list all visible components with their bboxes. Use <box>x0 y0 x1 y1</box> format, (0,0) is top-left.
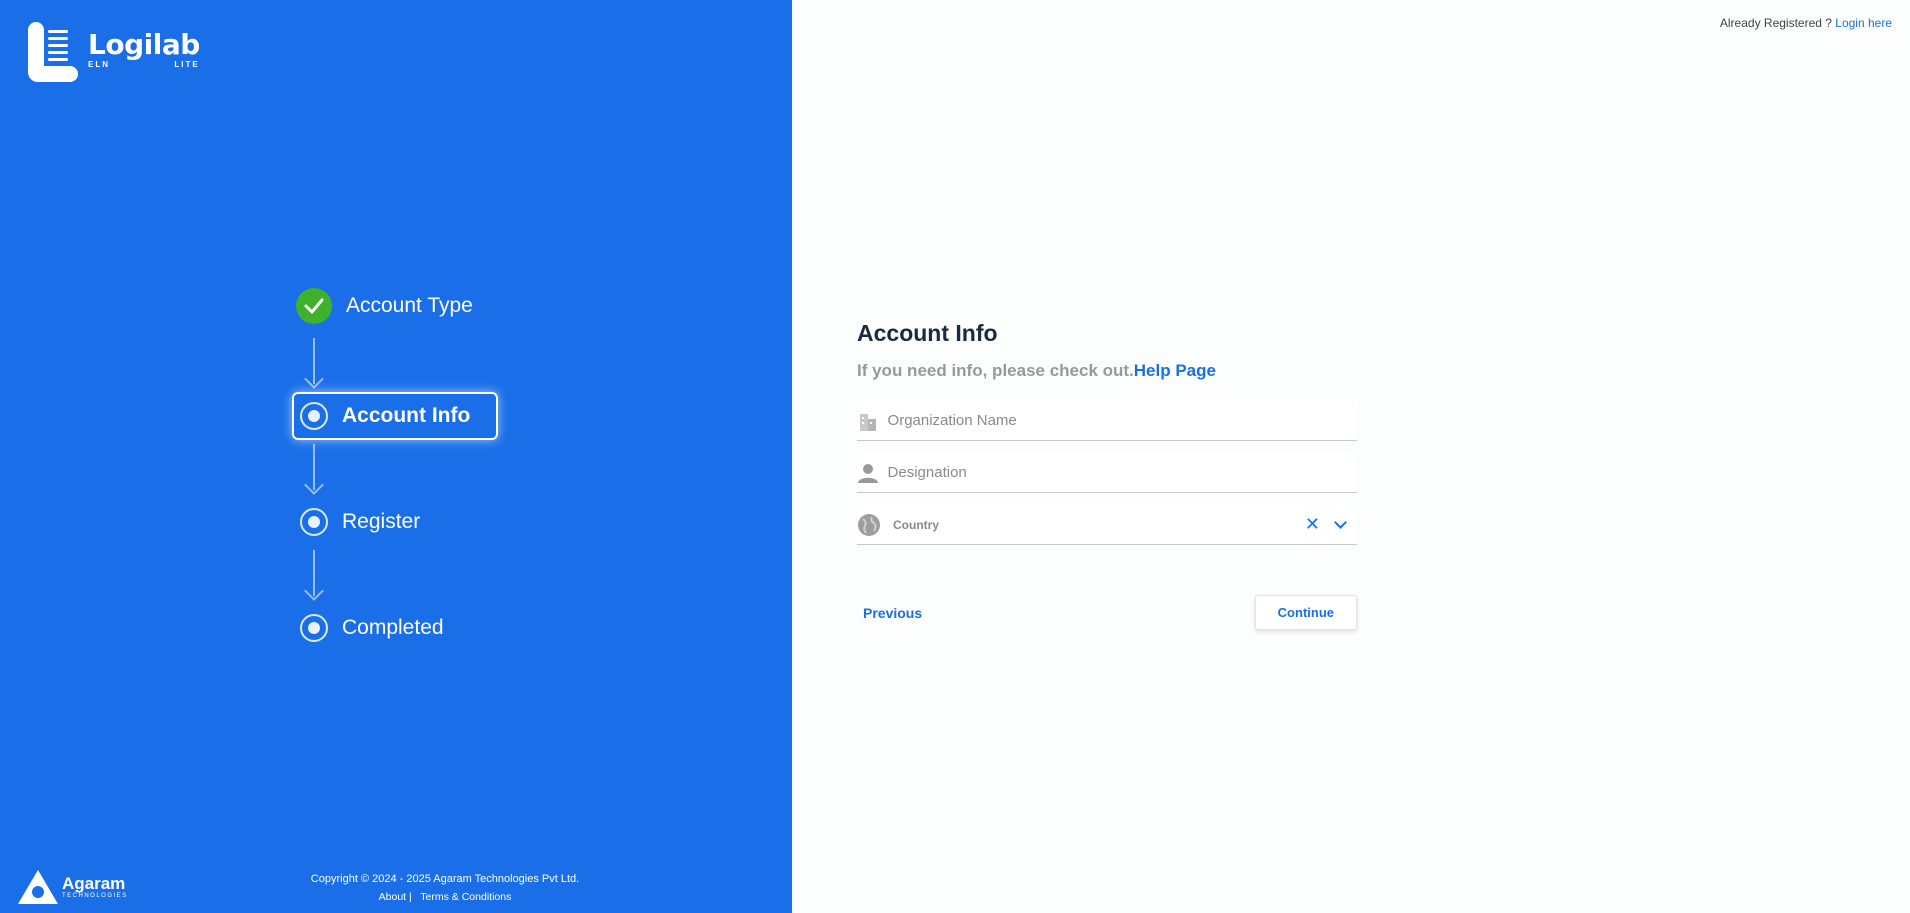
login-prompt: Already Registered ? Login here <box>1720 16 1892 30</box>
radio-icon <box>300 614 328 642</box>
help-prefix: If you need info, please check out. <box>857 361 1134 380</box>
arrow-down-icon <box>304 444 324 495</box>
clear-icon[interactable]: ✕ <box>1305 514 1320 535</box>
login-link[interactable]: Login here <box>1835 16 1892 30</box>
organization-input[interactable] <box>887 412 1357 429</box>
designation-field <box>857 453 1357 493</box>
brand-name: Logilab <box>88 28 200 61</box>
brand-sub-right: LITE <box>174 60 200 69</box>
terms-link[interactable]: Terms & Conditions <box>420 891 511 903</box>
country-placeholder: Country <box>893 517 939 532</box>
page-title: Account Info <box>857 320 998 346</box>
step-label: Account Info <box>342 404 471 427</box>
organization-field <box>857 401 1357 441</box>
left-panel: Logilab ELN LITE Account Type Account In… <box>0 0 792 913</box>
continue-button[interactable]: Continue <box>1254 595 1357 630</box>
logilab-logo-icon <box>28 22 78 82</box>
step-account-type: Account Type <box>296 288 473 324</box>
step-completed: Completed <box>300 614 444 642</box>
arrow-down-icon <box>304 550 324 601</box>
account-info-form: Account Info If you need info, please ch… <box>857 320 1357 630</box>
designation-input[interactable] <box>887 464 1357 481</box>
radio-icon <box>300 508 328 536</box>
radio-icon <box>300 402 328 430</box>
step-register: Register <box>300 508 420 536</box>
step-label: Account Type <box>346 294 473 317</box>
step-label: Register <box>342 510 421 533</box>
check-icon <box>296 288 332 324</box>
step-label: Completed <box>342 616 444 639</box>
logilab-logo: Logilab ELN LITE <box>28 22 200 82</box>
already-registered-text: Already Registered ? <box>1719 16 1832 30</box>
previous-button[interactable]: Previous <box>857 599 928 627</box>
agaram-logo-icon <box>18 870 58 904</box>
globe-icon <box>857 513 881 537</box>
form-actions: Previous Continue <box>857 595 1357 630</box>
copyright-text: Copyright © 2024 - 2025 Agaram Technolog… <box>310 873 580 885</box>
company-name: Agaram <box>62 874 126 893</box>
chevron-down-icon[interactable] <box>1334 516 1347 529</box>
company-sub: TECHNOLOGIES <box>62 893 128 899</box>
agaram-logo: Agaram TECHNOLOGIES <box>18 870 128 904</box>
brand-sub-left: ELN <box>88 60 110 69</box>
building-icon <box>857 409 880 433</box>
user-icon <box>857 461 880 485</box>
about-link[interactable]: About | <box>379 891 412 903</box>
country-select[interactable]: Country ✕ <box>857 505 1357 545</box>
footer: Copyright © 2024 - 2025 Agaram Technolog… <box>270 873 620 903</box>
help-text: If you need info, please check out.Help … <box>857 361 1357 381</box>
arrow-down-icon <box>304 338 324 389</box>
step-account-info: Account Info <box>292 392 499 440</box>
help-page-link[interactable]: Help Page <box>1134 361 1216 380</box>
